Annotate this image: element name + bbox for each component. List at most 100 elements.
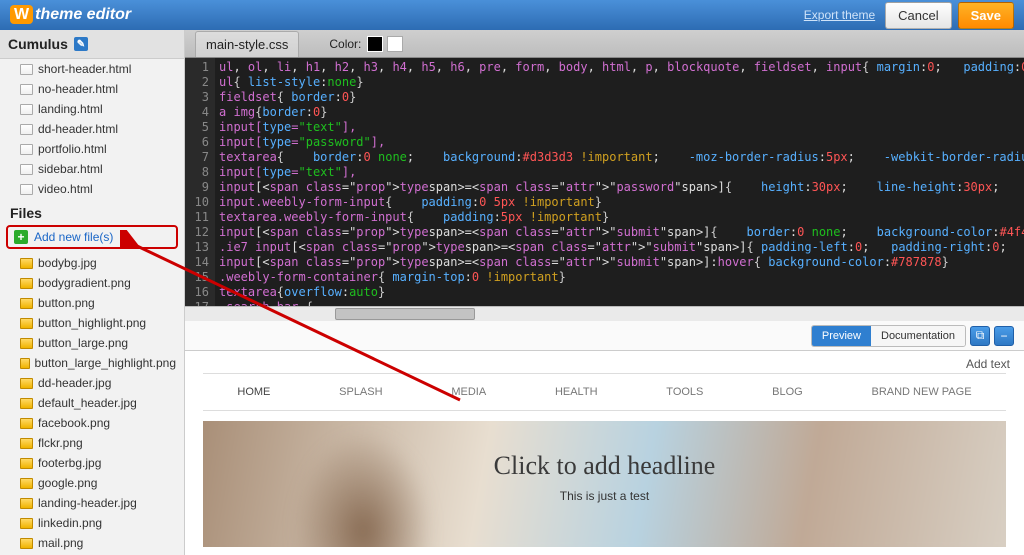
image-file-icon	[20, 338, 33, 349]
nav-item[interactable]: HEALTH	[547, 384, 606, 400]
nav-item[interactable]: BLOG	[764, 384, 811, 400]
color-swatch-light[interactable]	[387, 36, 403, 52]
asset-file-item[interactable]: linkedin.png	[0, 513, 184, 533]
asset-file-item[interactable]: facebook.png	[0, 413, 184, 433]
file-label: portfolio.html	[38, 142, 107, 156]
brand-text: theme editor	[35, 6, 131, 23]
file-label: default_header.jpg	[38, 396, 137, 410]
file-label: short-header.html	[38, 62, 131, 76]
image-file-icon	[20, 278, 33, 289]
image-file-icon	[20, 318, 33, 329]
html-file-item[interactable]: sidebar.html	[0, 159, 184, 179]
preview-toolbar: Preview Documentation ⧉ −	[185, 321, 1024, 351]
file-label: footerbg.jpg	[38, 456, 101, 470]
add-text-link[interactable]: Add text	[185, 351, 1024, 373]
nav-item[interactable]: TOOLS	[658, 384, 711, 400]
file-label: no-header.html	[38, 82, 118, 96]
file-label: button_highlight.png	[38, 316, 146, 330]
asset-file-item[interactable]: flckr.png	[0, 433, 184, 453]
asset-file-item[interactable]: default_header.jpg	[0, 393, 184, 413]
image-file-icon	[20, 458, 33, 469]
tab-preview[interactable]: Preview	[812, 326, 871, 346]
file-label: facebook.png	[38, 416, 110, 430]
nav-item[interactable]: MEDIA	[443, 384, 494, 400]
add-new-file-button[interactable]: + Add new file(s)	[6, 225, 178, 249]
file-icon	[20, 64, 33, 75]
asset-file-item[interactable]: button_highlight.png	[0, 313, 184, 333]
file-label: landing-header.jpg	[38, 496, 137, 510]
preview-doc-tabs: Preview Documentation	[811, 325, 966, 347]
html-file-item[interactable]: portfolio.html	[0, 139, 184, 159]
file-icon	[20, 144, 33, 155]
collapse-preview-icon[interactable]: −	[994, 326, 1014, 346]
image-file-icon	[20, 478, 33, 489]
tab-documentation[interactable]: Documentation	[871, 326, 965, 346]
file-label: sidebar.html	[38, 162, 103, 176]
nav-item[interactable]: SPLASH	[331, 384, 390, 400]
file-icon	[20, 104, 33, 115]
asset-file-item[interactable]: bodybg.jpg	[0, 253, 184, 273]
file-label: dd-header.html	[38, 122, 118, 136]
image-file-icon	[20, 518, 33, 529]
code-lines[interactable]: ul, ol, li, h1, h2, h3, h4, h5, h6, pre,…	[215, 58, 1024, 306]
brand-w-icon: W	[10, 5, 33, 24]
edit-theme-name-icon[interactable]: ✎	[74, 37, 88, 51]
file-label: dd-header.jpg	[38, 376, 111, 390]
asset-file-item[interactable]: button_large.png	[0, 333, 184, 353]
nav-item[interactable]: HOME	[229, 384, 278, 400]
code-editor[interactable]: 1 2 3 4 5 6 7 8 9 10 11 12 13 14 15 16 1…	[185, 58, 1024, 306]
file-icon	[20, 84, 33, 95]
file-label: button.png	[38, 296, 95, 310]
open-file-tab[interactable]: main-style.css	[195, 31, 299, 57]
subtext[interactable]: This is just a test	[494, 489, 716, 503]
files-section-label: Files	[0, 199, 184, 223]
file-label: bodygradient.png	[38, 276, 131, 290]
export-theme-link[interactable]: Export theme	[804, 8, 875, 22]
file-label: video.html	[38, 182, 93, 196]
file-label: mail.png	[38, 536, 83, 550]
preview-navbar: HOME SPLASH MEDIA HEALTH TOOLS BLOG BRAND NEW …	[203, 373, 1006, 411]
cancel-button[interactable]: Cancel	[885, 2, 951, 29]
brand-logo: Wtheme editor	[10, 6, 131, 24]
asset-file-item[interactable]: dd-header.jpg	[0, 373, 184, 393]
nav-item[interactable]: BRAND NEW PAGE	[864, 384, 980, 400]
color-label: Color:	[329, 37, 361, 51]
image-file-icon	[20, 538, 33, 549]
file-label: button_large_highlight.png	[35, 356, 176, 370]
scrollbar-thumb[interactable]	[335, 308, 475, 320]
asset-file-item[interactable]: bodygradient.png	[0, 273, 184, 293]
preview-area: HOME SPLASH MEDIA HEALTH TOOLS BLOG BRAND NEW …	[185, 373, 1024, 555]
asset-file-item[interactable]: google.png	[0, 473, 184, 493]
html-file-list: short-header.html no-header.html landing.h…	[0, 59, 184, 199]
editor-tabbar: main-style.css Color:	[185, 30, 1024, 58]
theme-name: Cumulus	[8, 36, 68, 52]
asset-file-item[interactable]: landing-header.jpg	[0, 493, 184, 513]
app-header: Wtheme editor Export theme Cancel Save	[0, 0, 1024, 30]
asset-file-item[interactable]: footerbg.jpg	[0, 453, 184, 473]
html-file-item[interactable]: dd-header.html	[0, 119, 184, 139]
file-label: google.png	[38, 476, 97, 490]
image-file-icon	[20, 438, 33, 449]
asset-file-list: bodybg.jpg bodygradient.png button.png butt…	[0, 253, 184, 555]
asset-file-item[interactable]: button_large_highlight.png	[0, 353, 184, 373]
color-swatch-dark[interactable]	[367, 36, 383, 52]
file-label: flckr.png	[38, 436, 83, 450]
html-file-item[interactable]: no-header.html	[0, 79, 184, 99]
add-new-file-label: Add new file(s)	[34, 230, 113, 244]
file-icon	[20, 164, 33, 175]
hero-area[interactable]: Click to add headline This is just a tes…	[203, 421, 1006, 547]
asset-file-item[interactable]: button.png	[0, 293, 184, 313]
html-file-item[interactable]: video.html	[0, 179, 184, 199]
asset-file-item[interactable]: mail.png	[0, 533, 184, 553]
file-label: linkedin.png	[38, 516, 102, 530]
image-file-icon	[20, 258, 33, 269]
editor-horizontal-scrollbar[interactable]	[185, 306, 1024, 321]
file-label: button_large.png	[38, 336, 128, 350]
image-file-icon	[20, 398, 33, 409]
expand-preview-icon[interactable]: ⧉	[970, 326, 990, 346]
sidebar: Cumulus ✎ short-header.html no-header.htm…	[0, 30, 185, 555]
headline-placeholder[interactable]: Click to add headline	[494, 451, 716, 481]
html-file-item[interactable]: landing.html	[0, 99, 184, 119]
html-file-item[interactable]: short-header.html	[0, 59, 184, 79]
save-button[interactable]: Save	[958, 2, 1014, 29]
